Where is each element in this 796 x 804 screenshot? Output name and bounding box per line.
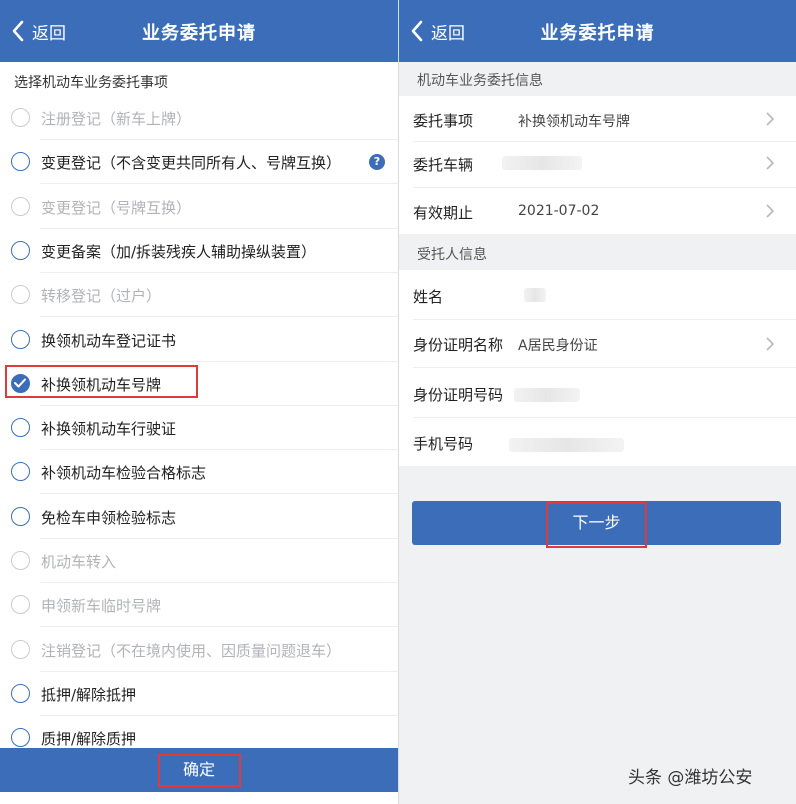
watermark: 头条 @潍坊公安 (628, 768, 753, 788)
option-label: 变更登记（不含变更共同所有人、号牌互换） (41, 154, 342, 172)
option-item[interactable]: 补换领机动车行驶证 (0, 406, 398, 450)
left-header: 返回 业务委托申请 (0, 0, 398, 62)
row-key: 委托事项 (413, 112, 474, 130)
radio-icon[interactable] (11, 241, 30, 260)
highlight-selected-option (5, 365, 198, 398)
radio-icon[interactable] (11, 330, 30, 349)
person-section-header: 受托人信息 (399, 234, 796, 268)
option-label: 变更备案（加/拆装残疾人辅助操纵装置） (41, 243, 317, 261)
option-label: 补换领机动车行驶证 (41, 420, 177, 438)
option-item: 变更登记（号牌互换） (0, 185, 398, 229)
option-label: 申领新车临时号牌 (41, 597, 162, 615)
right-panel: 返回 业务委托申请 机动车业务委托信息 委托事项 补换领机动车号牌 委托车辆 有… (399, 0, 796, 804)
row-entrusted-vehicle[interactable]: 委托车辆 (399, 142, 796, 188)
option-item[interactable]: 免检车申领检验标志 (0, 495, 398, 539)
highlight-next-step (546, 502, 647, 548)
page-title: 业务委托申请 (540, 23, 655, 44)
radio-icon (11, 595, 30, 614)
option-item[interactable]: 补领机动车检验合格标志 (0, 450, 398, 494)
option-label: 注册登记（新车上牌） (41, 110, 192, 128)
option-item[interactable]: 变更备案（加/拆装残疾人辅助操纵装置） (0, 229, 398, 273)
row-id-type[interactable]: 身份证明名称 A居民身份证 (399, 320, 796, 368)
option-item: 注销登记（不在境内使用、因质量问题退车） (0, 628, 398, 672)
radio-icon (11, 197, 30, 216)
option-item: 转移登记（过户） (0, 273, 398, 317)
option-label: 抵押/解除抵押 (41, 686, 137, 704)
radio-icon (11, 285, 30, 304)
row-key: 有效期止 (413, 204, 474, 222)
vehicle-section-label: 机动车业务委托信息 (417, 73, 543, 89)
radio-icon[interactable] (11, 462, 30, 481)
help-icon[interactable]: ? (369, 154, 385, 170)
option-label: 免检车申领检验标志 (41, 509, 177, 527)
row-value: 2021-07-02 (518, 203, 600, 219)
right-header: 返回 业务委托申请 (399, 0, 796, 62)
option-item[interactable]: 换领机动车登记证书 (0, 318, 398, 362)
chevron-right-icon (766, 156, 775, 170)
option-label: 转移登记（过户） (41, 287, 162, 305)
radio-icon (11, 108, 30, 127)
radio-icon[interactable] (11, 152, 30, 171)
radio-icon[interactable] (11, 684, 30, 703)
radio-icon (11, 551, 30, 570)
vehicle-section-header: 机动车业务委托信息 (399, 62, 796, 96)
row-name[interactable]: 姓名 (399, 270, 796, 320)
redacted-value (502, 156, 582, 170)
chevron-right-icon (766, 204, 775, 218)
option-item[interactable]: 抵押/解除抵押 (0, 672, 398, 716)
row-key: 委托车辆 (413, 156, 474, 174)
redacted-value (514, 388, 580, 402)
page-title: 业务委托申请 (142, 23, 256, 44)
redacted-value (524, 288, 546, 302)
radio-icon[interactable] (11, 418, 30, 437)
option-label: 注销登记（不在境内使用、因质量问题退车） (41, 642, 342, 660)
option-item[interactable]: 变更登记（不含变更共同所有人、号牌互换）? (0, 140, 398, 184)
row-value: A居民身份证 (518, 338, 598, 354)
option-label: 补领机动车检验合格标志 (41, 464, 207, 482)
option-item: 申领新车临时号牌 (0, 583, 398, 627)
row-value: 补换领机动车号牌 (518, 114, 630, 130)
row-key: 手机号码 (413, 435, 474, 453)
option-label: 换领机动车登记证书 (41, 332, 177, 350)
option-item: 机动车转入 (0, 539, 398, 583)
option-label: 机动车转入 (41, 553, 117, 571)
radio-icon (11, 640, 30, 659)
option-item: 注册登记（新车上牌） (0, 96, 398, 140)
person-section-label: 受托人信息 (417, 247, 487, 263)
redacted-value (509, 438, 624, 452)
row-key: 姓名 (413, 288, 444, 306)
row-entrusted-item[interactable]: 委托事项 补换领机动车号牌 (399, 96, 796, 142)
row-key: 身份证明号码 (413, 386, 504, 404)
option-label: 变更登记（号牌互换） (41, 199, 192, 217)
highlight-confirm (158, 754, 241, 787)
left-panel: 返回 业务委托申请 选择机动车业务委托事项 注册登记（新车上牌） 变更登记（不含变… (0, 0, 398, 804)
section-label: 选择机动车业务委托事项 (14, 75, 168, 91)
row-phone[interactable]: 手机号码 (399, 418, 796, 466)
radio-icon[interactable] (11, 728, 30, 747)
chevron-right-icon (766, 112, 775, 126)
option-label: 质押/解除质押 (41, 730, 137, 748)
row-id-number[interactable]: 身份证明号码 (399, 368, 796, 418)
row-key: 身份证明名称 (413, 336, 504, 354)
chevron-right-icon (766, 337, 775, 351)
row-valid-until[interactable]: 有效期止 2021-07-02 (399, 188, 796, 234)
radio-icon[interactable] (11, 507, 30, 526)
